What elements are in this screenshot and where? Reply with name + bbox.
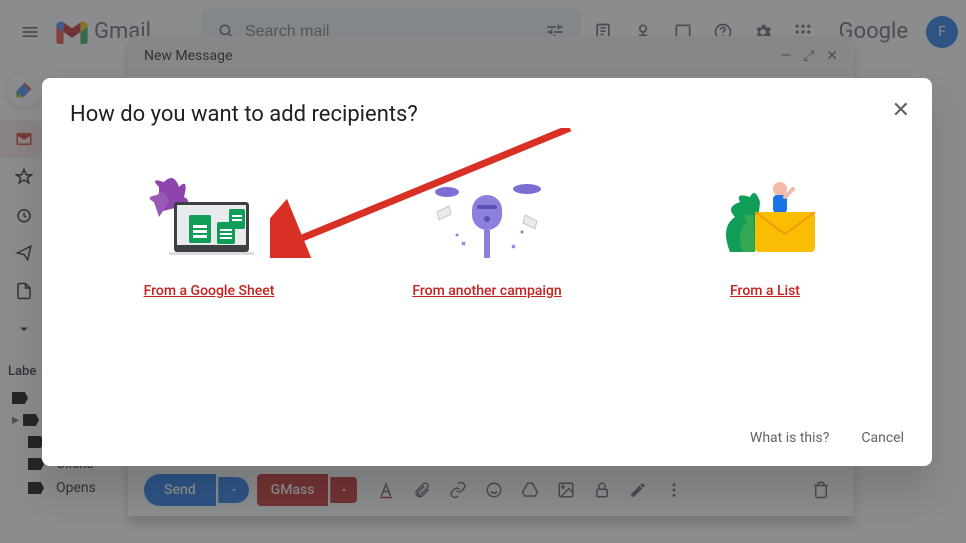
option-from-list[interactable]: From a List bbox=[645, 167, 885, 299]
recipients-modal: How do you want to add recipients? ✕ bbox=[42, 78, 932, 466]
modal-title: How do you want to add recipients? bbox=[70, 102, 904, 127]
option-label: From a Google Sheet bbox=[144, 283, 275, 299]
sheet-illustration bbox=[129, 167, 289, 267]
list-illustration bbox=[685, 167, 845, 267]
cancel-button[interactable]: Cancel bbox=[861, 430, 904, 446]
modal-footer: What is this? Cancel bbox=[750, 430, 904, 446]
modal-options: From a Google Sheet From anothe bbox=[70, 167, 904, 299]
mailbox-illustration bbox=[407, 167, 567, 267]
option-another-campaign[interactable]: From another campaign bbox=[367, 167, 607, 299]
option-label: From another campaign bbox=[412, 283, 561, 299]
modal-close-icon[interactable]: ✕ bbox=[892, 98, 910, 123]
what-is-this-link[interactable]: What is this? bbox=[750, 430, 829, 446]
option-label: From a List bbox=[730, 283, 800, 299]
option-google-sheet[interactable]: From a Google Sheet bbox=[89, 167, 329, 299]
